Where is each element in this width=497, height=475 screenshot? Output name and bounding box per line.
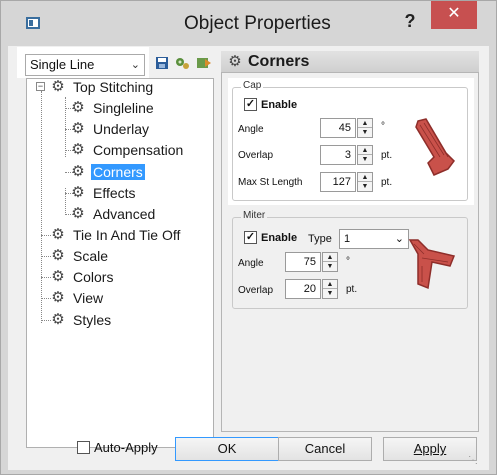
close-button[interactable]: ✕ (431, 1, 477, 29)
gear-icon: ⚙ (51, 226, 65, 243)
miter-type-label: Type (308, 233, 332, 245)
tree-node-advanced[interactable]: ⚙ Advanced (70, 204, 157, 224)
cap-angle-spinner[interactable]: ▲ ▼ (357, 118, 373, 138)
auto-apply-checkbox[interactable]: Auto-Apply (77, 440, 158, 455)
cap-max-length-spinner[interactable]: ▲ ▼ (357, 172, 373, 192)
tree-node-tie-in-and-tie-off[interactable]: ⚙ Tie In And Tie Off (50, 225, 182, 245)
panel-title: Corners (248, 52, 310, 70)
gear-settings-icon[interactable] (174, 56, 190, 72)
miter-angle-spinner[interactable]: ▲ ▼ (322, 252, 338, 272)
gear-icon: ⚙ (51, 311, 65, 328)
apply-label: Apply (413, 441, 447, 456)
gear-icon: ⚙ (51, 247, 65, 264)
ok-button[interactable]: OK (175, 437, 279, 461)
spin-up-icon: ▲ (358, 173, 372, 182)
chevron-down-icon: ⌄ (130, 59, 140, 71)
miter-angle-unit: ° (346, 256, 350, 267)
gear-icon: ⚙ (51, 78, 65, 95)
cap-enable-label: Enable (261, 98, 298, 111)
miter-type-value: 1 (344, 233, 351, 245)
gear-icon: ⚙ (71, 141, 85, 158)
miter-overlap-input[interactable]: 20 (285, 279, 321, 299)
tree-node-underlay[interactable]: ⚙ Underlay (70, 119, 151, 139)
tree-node-top-stitching[interactable]: ⚙ Top Stitching (50, 77, 155, 97)
cap-angle-input[interactable]: 45 (320, 118, 356, 138)
tree-node-corners[interactable]: ⚙ Corners (70, 162, 145, 182)
export-icon[interactable] (196, 56, 212, 72)
cap-corner-preview-image (415, 118, 455, 176)
title-bar: Object Properties ? ✕ (1, 1, 496, 47)
auto-apply-label: Auto-Apply (94, 440, 158, 455)
gear-icon: ⚙ (71, 184, 85, 201)
tree-collapse-toggle[interactable]: − (36, 82, 45, 91)
gear-icon: ⚙ (71, 120, 85, 137)
cap-max-length-input[interactable]: 127 (320, 172, 356, 192)
tree-node-scale[interactable]: ⚙ Scale (50, 246, 110, 266)
miter-overlap-unit: pt. (346, 284, 358, 295)
stitch-mode-value: Single Line (30, 57, 95, 72)
tree-node-singleline[interactable]: ⚙ Singleline (70, 98, 156, 118)
gear-icon: ⚙ (71, 99, 85, 116)
gear-icon: ⚙ (71, 163, 85, 180)
cap-enable-checkbox[interactable]: ✓ Enable (244, 98, 297, 111)
cancel-button[interactable]: Cancel (278, 437, 372, 461)
cap-overlap-label: Overlap (238, 150, 274, 161)
spin-up-icon: ▲ (358, 119, 372, 128)
apply-button[interactable]: Apply (383, 437, 477, 461)
check-icon: ✓ (244, 231, 257, 244)
help-button[interactable]: ? (397, 9, 423, 33)
miter-corner-preview-image (408, 239, 456, 290)
tree-node-compensation[interactable]: ⚙ Compensation (70, 140, 185, 160)
cap-overlap-spinner[interactable]: ▲ ▼ (357, 145, 373, 165)
checkbox-box (77, 441, 90, 454)
tree-node-effects[interactable]: ⚙ Effects (70, 183, 138, 203)
gear-icon: ⚙ (71, 205, 85, 222)
tree-node-view[interactable]: ⚙ View (50, 288, 105, 308)
spin-down-icon: ▼ (361, 156, 369, 163)
miter-enable-checkbox[interactable]: ✓ Enable (244, 231, 297, 244)
gear-icon: ⚙ (51, 268, 65, 285)
panel-header: ⚙ Corners (221, 51, 479, 73)
tree-node-styles[interactable]: ⚙ Styles (50, 310, 113, 330)
stitch-mode-combo[interactable]: Single Line ⌄ (25, 54, 145, 76)
cap-max-length-unit: pt. (381, 177, 393, 188)
save-icon[interactable] (154, 56, 170, 72)
miter-overlap-label: Overlap (238, 285, 274, 296)
spin-up-icon: ▲ (323, 280, 337, 289)
check-icon: ✓ (244, 98, 257, 111)
chevron-down-icon: ⌄ (394, 233, 404, 245)
spin-down-icon: ▼ (361, 183, 369, 190)
miter-angle-input[interactable]: 75 (285, 252, 321, 272)
window-app-icon (26, 17, 40, 29)
miter-legend: Miter (241, 210, 268, 221)
spin-down-icon: ▼ (326, 290, 334, 297)
spin-down-icon: ▼ (326, 263, 334, 270)
spin-up-icon: ▲ (323, 253, 337, 262)
gear-icon: ⚙ (228, 52, 242, 70)
tree-node-colors[interactable]: ⚙ Colors (50, 267, 115, 287)
miter-angle-label: Angle (238, 258, 264, 269)
resize-grip-icon[interactable]: ⋱ (468, 455, 478, 466)
miter-type-combo[interactable]: 1 ⌄ (339, 229, 409, 249)
miter-enable-label: Enable (261, 231, 298, 244)
cap-max-length-label: Max St Length (238, 177, 303, 188)
gear-icon: ⚙ (51, 289, 65, 306)
spin-down-icon: ▼ (361, 129, 369, 136)
cap-overlap-input[interactable]: 3 (320, 145, 356, 165)
cap-legend: Cap (241, 80, 264, 91)
cap-angle-label: Angle (238, 124, 264, 135)
spin-up-icon: ▲ (358, 146, 372, 155)
cap-angle-unit: ° (381, 121, 385, 132)
miter-overlap-spinner[interactable]: ▲ ▼ (322, 279, 338, 299)
window-title: Object Properties (184, 13, 331, 34)
cap-overlap-unit: pt. (381, 150, 393, 161)
